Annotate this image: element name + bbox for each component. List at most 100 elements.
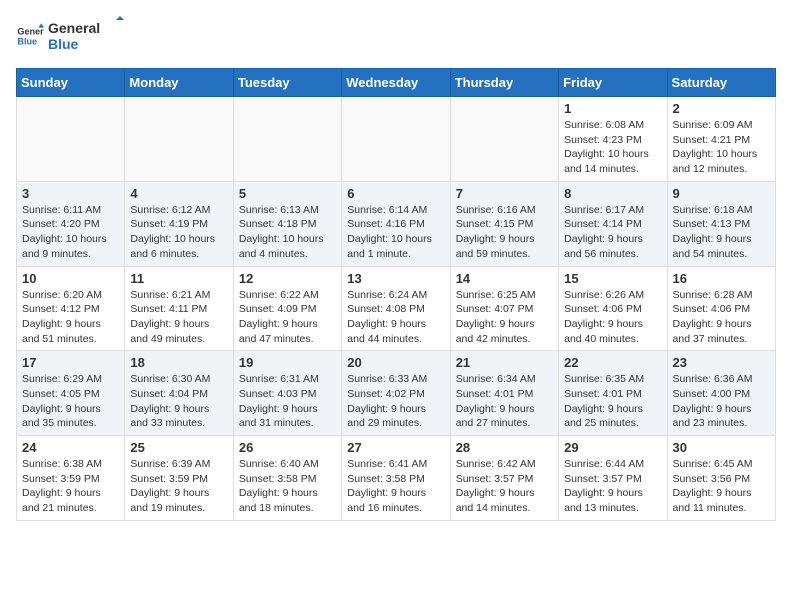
day-number: 12 [239,271,336,286]
day-number: 23 [673,355,770,370]
day-cell-14: 14 Sunrise: 6:25 AMSunset: 4:07 PMDayligh… [450,266,558,351]
day-cell-15: 15Sunrise: 6:26 AMSunset: 4:06 PMDayligh… [559,266,667,351]
logo: General Blue General Blue [16,16,128,56]
day-info: Sunrise: 6:16 AMSunset: 4:15 PMDaylight:… [456,203,553,262]
day-cell-19: 19 Sunrise: 6:31 AMSunset: 4:03 PMDayligh… [233,351,341,436]
day-cell-2: 2 Sunrise: 6:09 AMSunset: 4:21 PMDaylight… [667,97,775,182]
day-cell-empty-0-0 [17,97,125,182]
day-info: Sunrise: 6:21 AMSunset: 4:11 PMDaylight:… [130,288,227,347]
weekday-header-saturday: Saturday [667,69,775,97]
day-info: Sunrise: 6:41 AMSunset: 3:58 PMDaylight:… [347,457,444,516]
day-info: Sunrise: 6:25 AMSunset: 4:07 PMDaylight:… [456,288,553,347]
day-number: 14 [456,271,553,286]
day-info: Sunrise: 6:35 AMSunset: 4:01 PMDaylight:… [564,372,661,431]
day-cell-12: 12 Sunrise: 6:22 AMSunset: 4:09 PMDayligh… [233,266,341,351]
day-info: Sunrise: 6:42 AMSunset: 3:57 PMDaylight:… [456,457,553,516]
day-cell-11: 11Sunrise: 6:21 AMSunset: 4:11 PMDayligh… [125,266,233,351]
svg-text:Blue: Blue [48,36,79,52]
day-number: 27 [347,440,444,455]
day-info: Sunrise: 6:30 AMSunset: 4:04 PMDaylight:… [130,372,227,431]
day-cell-25: 25 Sunrise: 6:39 AMSunset: 3:59 PMDayligh… [125,436,233,521]
day-cell-empty-0-1 [125,97,233,182]
day-number: 7 [456,186,553,201]
day-number: 22 [564,355,661,370]
day-info: Sunrise: 6:12 AMSunset: 4:19 PMDaylight:… [130,203,227,262]
day-number: 5 [239,186,336,201]
day-cell-empty-0-4 [450,97,558,182]
week-row-1: 1Sunrise: 6:08 AMSunset: 4:23 PMDaylight… [17,97,776,182]
day-cell-22: 22 Sunrise: 6:35 AMSunset: 4:01 PMDayligh… [559,351,667,436]
day-cell-30: 30 Sunrise: 6:45 AMSunset: 3:56 PMDayligh… [667,436,775,521]
svg-text:General: General [48,20,100,36]
day-info: Sunrise: 6:33 AMSunset: 4:02 PMDaylight:… [347,372,444,431]
day-info: Sunrise: 6:11 AMSunset: 4:20 PMDaylight:… [22,203,119,262]
day-number: 15 [564,271,661,286]
week-row-2: 3 Sunrise: 6:11 AMSunset: 4:20 PMDaylight… [17,181,776,266]
day-info: Sunrise: 6:13 AMSunset: 4:18 PMDaylight:… [239,203,336,262]
day-info: Sunrise: 6:29 AMSunset: 4:05 PMDaylight:… [22,372,119,431]
week-row-4: 17 Sunrise: 6:29 AMSunset: 4:05 PMDayligh… [17,351,776,436]
day-cell-empty-0-3 [342,97,450,182]
day-number: 2 [673,101,770,116]
day-number: 25 [130,440,227,455]
day-cell-5: 5 Sunrise: 6:13 AMSunset: 4:18 PMDaylight… [233,181,341,266]
svg-text:General: General [17,27,44,37]
day-info: Sunrise: 6:24 AMSunset: 4:08 PMDaylight:… [347,288,444,347]
day-number: 13 [347,271,444,286]
weekday-header-tuesday: Tuesday [233,69,341,97]
day-number: 21 [456,355,553,370]
day-cell-1: 1Sunrise: 6:08 AMSunset: 4:23 PMDaylight… [559,97,667,182]
day-number: 24 [22,440,119,455]
day-cell-21: 21 Sunrise: 6:34 AMSunset: 4:01 PMDayligh… [450,351,558,436]
weekday-header-thursday: Thursday [450,69,558,97]
day-info: Sunrise: 6:45 AMSunset: 3:56 PMDaylight:… [673,457,770,516]
weekday-header-row: SundayMondayTuesdayWednesdayThursdayFrid… [17,69,776,97]
day-number: 9 [673,186,770,201]
day-info: Sunrise: 6:22 AMSunset: 4:09 PMDaylight:… [239,288,336,347]
day-number: 30 [673,440,770,455]
day-cell-4: 4Sunrise: 6:12 AMSunset: 4:19 PMDaylight… [125,181,233,266]
calendar-table: SundayMondayTuesdayWednesdayThursdayFrid… [16,68,776,521]
day-info: Sunrise: 6:40 AMSunset: 3:58 PMDaylight:… [239,457,336,516]
day-info: Sunrise: 6:34 AMSunset: 4:01 PMDaylight:… [456,372,553,431]
day-number: 20 [347,355,444,370]
day-number: 17 [22,355,119,370]
day-cell-3: 3 Sunrise: 6:11 AMSunset: 4:20 PMDaylight… [17,181,125,266]
weekday-header-monday: Monday [125,69,233,97]
day-cell-28: 28Sunrise: 6:42 AMSunset: 3:57 PMDayligh… [450,436,558,521]
day-cell-20: 20 Sunrise: 6:33 AMSunset: 4:02 PMDayligh… [342,351,450,436]
day-number: 19 [239,355,336,370]
svg-text:Blue: Blue [17,36,37,46]
day-number: 6 [347,186,444,201]
day-cell-empty-0-2 [233,97,341,182]
day-cell-18: 18Sunrise: 6:30 AMSunset: 4:04 PMDayligh… [125,351,233,436]
day-info: Sunrise: 6:09 AMSunset: 4:21 PMDaylight:… [673,118,770,177]
logo-svg: General Blue [48,16,128,56]
day-number: 8 [564,186,661,201]
day-info: Sunrise: 6:14 AMSunset: 4:16 PMDaylight:… [347,203,444,262]
day-cell-13: 13 Sunrise: 6:24 AMSunset: 4:08 PMDayligh… [342,266,450,351]
day-info: Sunrise: 6:39 AMSunset: 3:59 PMDaylight:… [130,457,227,516]
weekday-header-wednesday: Wednesday [342,69,450,97]
day-number: 3 [22,186,119,201]
day-cell-16: 16 Sunrise: 6:28 AMSunset: 4:06 PMDayligh… [667,266,775,351]
logo-icon: General Blue [16,22,44,50]
day-number: 29 [564,440,661,455]
day-cell-10: 10Sunrise: 6:20 AMSunset: 4:12 PMDayligh… [17,266,125,351]
weekday-header-friday: Friday [559,69,667,97]
day-cell-26: 26Sunrise: 6:40 AMSunset: 3:58 PMDayligh… [233,436,341,521]
day-info: Sunrise: 6:28 AMSunset: 4:06 PMDaylight:… [673,288,770,347]
day-cell-7: 7 Sunrise: 6:16 AMSunset: 4:15 PMDaylight… [450,181,558,266]
day-cell-9: 9Sunrise: 6:18 AMSunset: 4:13 PMDaylight… [667,181,775,266]
day-cell-6: 6 Sunrise: 6:14 AMSunset: 4:16 PMDaylight… [342,181,450,266]
day-info: Sunrise: 6:31 AMSunset: 4:03 PMDaylight:… [239,372,336,431]
day-info: Sunrise: 6:20 AMSunset: 4:12 PMDaylight:… [22,288,119,347]
day-cell-17: 17 Sunrise: 6:29 AMSunset: 4:05 PMDayligh… [17,351,125,436]
day-cell-24: 24Sunrise: 6:38 AMSunset: 3:59 PMDayligh… [17,436,125,521]
week-row-5: 24Sunrise: 6:38 AMSunset: 3:59 PMDayligh… [17,436,776,521]
weekday-header-sunday: Sunday [17,69,125,97]
day-cell-27: 27 Sunrise: 6:41 AMSunset: 3:58 PMDayligh… [342,436,450,521]
day-number: 16 [673,271,770,286]
day-cell-23: 23Sunrise: 6:36 AMSunset: 4:00 PMDayligh… [667,351,775,436]
page-header: General Blue General Blue [16,16,776,56]
